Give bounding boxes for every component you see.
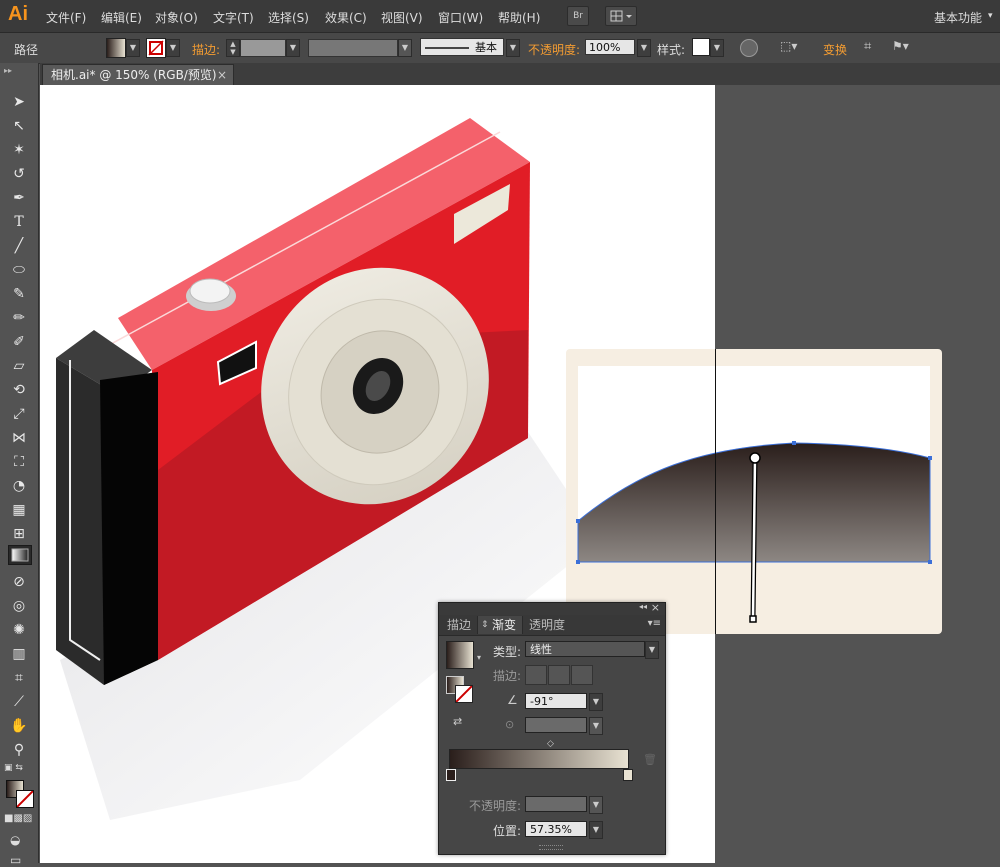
gradient-type-dropdown[interactable]: ▼ [645, 641, 659, 659]
location-label: 位置: [493, 824, 522, 838]
delete-stop-icon[interactable]: 🗑 [643, 753, 657, 766]
stroke-along-button[interactable] [548, 665, 570, 685]
midpoint-diamond-icon[interactable]: ◇ [547, 739, 554, 749]
opacity-label: 不透明度: [469, 799, 522, 813]
no-stroke-icon [455, 685, 473, 703]
panel-close-icon[interactable]: × [651, 601, 660, 614]
gradient-slider[interactable] [449, 749, 629, 769]
angle-input[interactable]: -91° [525, 693, 587, 709]
location-dropdown[interactable]: ▼ [589, 821, 603, 839]
location-input[interactable]: 57.35% [525, 821, 587, 837]
camera-side-black [100, 372, 158, 685]
panel-collapse-icon[interactable]: ◂◂ [639, 602, 647, 611]
tab-gradient-label: 渐变 [492, 618, 517, 632]
gradient-panel: ◂◂ × 描边 ⇕ 渐变 透明度 ▾≡ ▾ 类型: 线性 ▼ 描边: ∠ -91… [438, 601, 666, 855]
tab-stroke[interactable]: 描边 [441, 616, 477, 634]
angle-dropdown[interactable]: ▼ [589, 693, 603, 711]
aspect-ratio-icon: ⊙ [505, 718, 515, 731]
panel-resize-grip[interactable] [539, 845, 563, 850]
stroke-across-button[interactable] [571, 665, 593, 685]
angle-icon: ∠ [507, 693, 518, 707]
color-stop-right[interactable] [623, 769, 633, 781]
shutter-button [189, 278, 231, 304]
color-stop-left[interactable] [446, 769, 456, 781]
gradient-type-select[interactable]: 线性 [525, 641, 645, 657]
stroke-label: 描边: [493, 669, 522, 683]
tab-transparency[interactable]: 透明度 [523, 616, 571, 634]
stop-opacity-dropdown[interactable]: ▼ [589, 796, 603, 814]
panel-header[interactable]: ◂◂ × [439, 601, 665, 615]
gradient-thumbnail[interactable] [446, 641, 474, 669]
stop-opacity-input[interactable] [525, 796, 587, 812]
panel-stroke-box[interactable] [455, 685, 473, 703]
aspect-ratio-input[interactable] [525, 717, 587, 733]
stroke-within-button[interactable] [525, 665, 547, 685]
type-label: 类型: [493, 645, 522, 659]
aspect-ratio-dropdown[interactable]: ▼ [589, 717, 603, 735]
reverse-gradient-icon[interactable]: ⇄ [453, 715, 462, 728]
gradient-presets-dropdown-icon[interactable]: ▾ [477, 653, 481, 662]
panel-menu-icon[interactable]: ▾≡ [648, 618, 661, 629]
tab-expand-icon: ⇕ [481, 620, 489, 630]
gradient-origin-handle[interactable] [749, 452, 761, 464]
gradient-end-handle[interactable] [749, 615, 757, 623]
tab-gradient[interactable]: ⇕ 渐变 [477, 616, 524, 634]
